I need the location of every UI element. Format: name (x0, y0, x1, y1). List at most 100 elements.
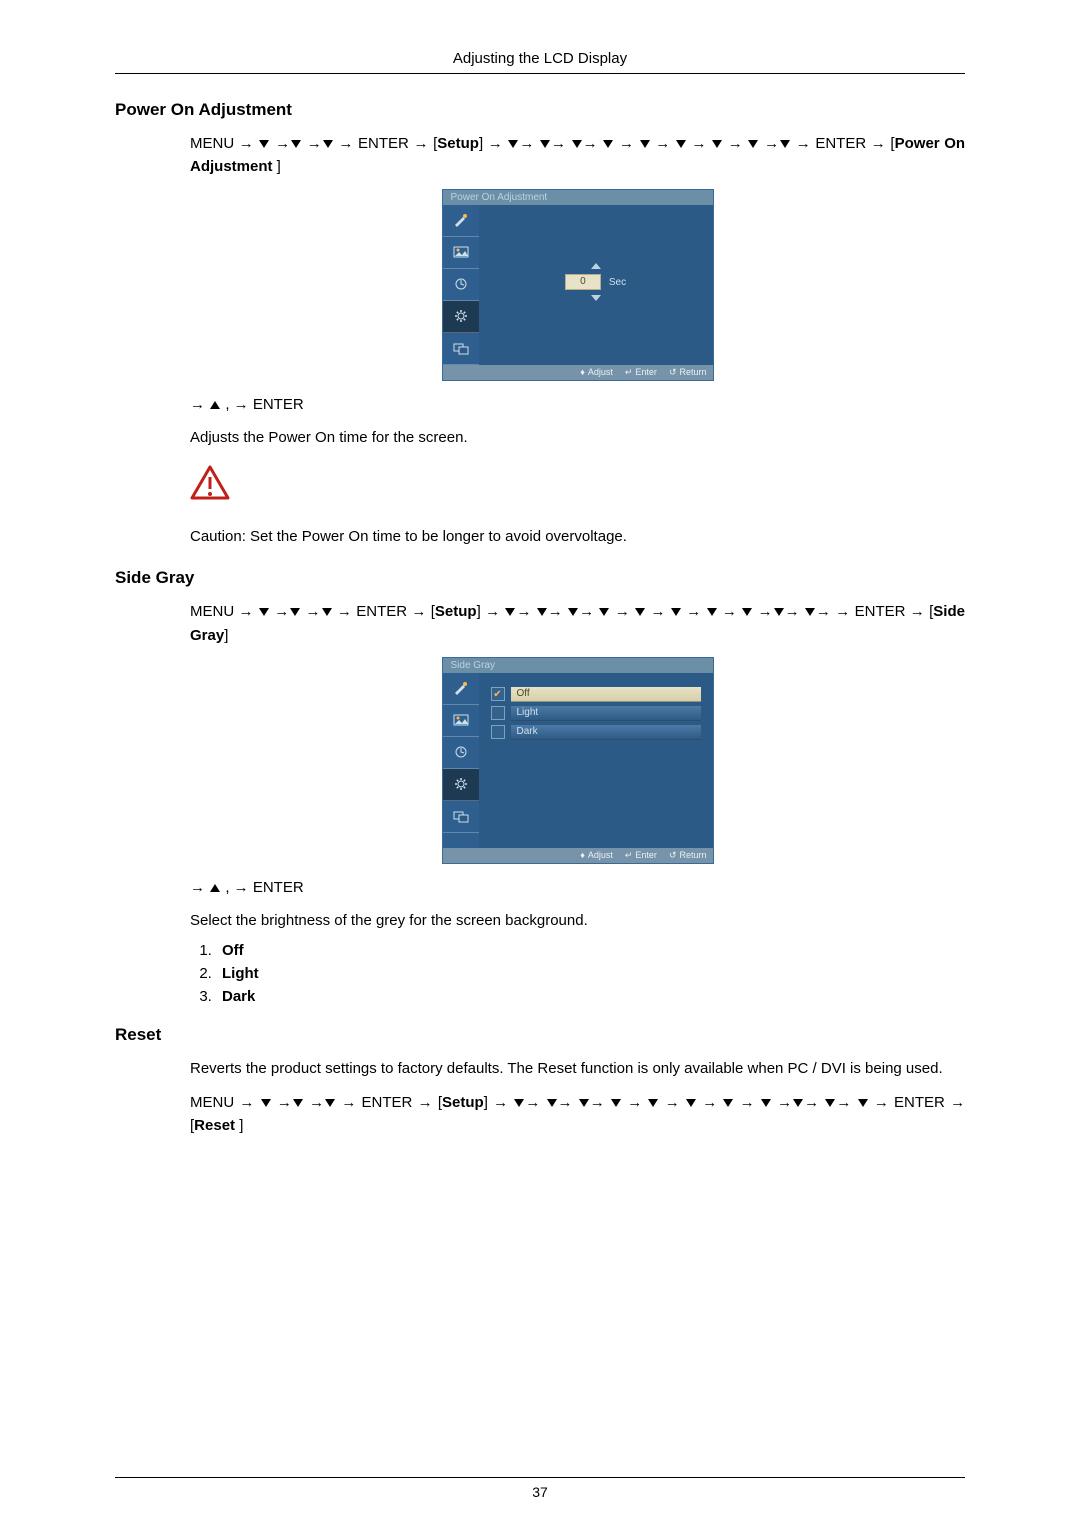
osd-title: Side Gray (443, 658, 713, 673)
down-icon (774, 608, 784, 616)
down-icon (640, 140, 650, 148)
down-icon (676, 140, 686, 148)
down-icon (323, 140, 333, 148)
power-on-nav-path: MENU → → → → ENTER → [Setup] → → → → → →… (190, 132, 965, 179)
down-icon (635, 608, 645, 616)
down-icon (761, 1099, 771, 1107)
down-icon (322, 608, 332, 616)
nav2-text: , → ENTER (221, 879, 304, 896)
down-icon (599, 608, 609, 616)
osd-side-item-1 (443, 205, 479, 237)
nav-enter2: → ENTER → [ (796, 135, 895, 152)
down-icon (793, 1099, 803, 1107)
power-on-desc: Adjusts the Power On time for the screen… (190, 426, 965, 449)
down-icon (603, 140, 613, 148)
osd-power-on-adjustment: Power On Adjustment (442, 189, 714, 381)
brush-icon (453, 213, 469, 227)
osd-title: Power On Adjustment (443, 190, 713, 205)
down-icon (723, 1099, 733, 1107)
footer-return: ↺ Return (669, 367, 707, 378)
down-icon (671, 608, 681, 616)
osd-side-item-3 (443, 737, 479, 769)
down-icon (540, 140, 550, 148)
clock-icon (453, 745, 469, 759)
check-icon: ✔ (491, 687, 505, 701)
up-icon (210, 401, 220, 409)
clock-icon (453, 277, 469, 291)
osd-main-area: ✔ Off Light Dark (479, 673, 713, 848)
side-gray-nav-path: MENU → → → → ENTER → [Setup] → → → → → →… (190, 600, 965, 647)
up-icon (210, 884, 220, 892)
caution-icon (190, 465, 230, 501)
osd-side-menu (443, 673, 479, 848)
value-down-icon (591, 295, 601, 301)
gear-icon (453, 309, 469, 323)
power-on-value: 0 (565, 274, 601, 290)
header-divider (115, 73, 965, 74)
nav-setup: Setup (437, 135, 479, 152)
side-gray-options-list: Off Light Dark (216, 942, 965, 1005)
check-icon (491, 725, 505, 739)
side-gray-option-light: Light (491, 706, 701, 721)
side-gray-option-dark: Dark (491, 725, 701, 740)
down-icon (259, 608, 269, 616)
monitors-icon (453, 341, 469, 355)
gear-icon (453, 777, 469, 791)
list-item: Dark (216, 988, 965, 1005)
down-icon (547, 1099, 557, 1107)
osd-footer: ♦ Adjust ↵ Enter ↺ Return (443, 365, 713, 380)
down-icon (325, 1099, 335, 1107)
picture-icon (453, 713, 469, 727)
nav-end: ] (273, 158, 281, 175)
down-icon (712, 140, 722, 148)
nav-mid: ] → (479, 135, 507, 152)
osd-side-gray: Side Gray (442, 657, 714, 864)
osd-side-item-2 (443, 705, 479, 737)
section-reset-title: Reset (115, 1025, 965, 1045)
reset-desc: Reverts the product settings to factory … (190, 1057, 965, 1080)
side-gray-nav2: → , → ENTER (190, 876, 965, 899)
side-gray-option-off: ✔ Off (491, 687, 701, 702)
option-label: Dark (511, 725, 701, 740)
osd-main-area: 0 Sec (479, 205, 713, 360)
down-icon (568, 608, 578, 616)
nav-enter2: → ENTER → [ (835, 603, 933, 620)
header-title: Adjusting the LCD Display (115, 50, 965, 73)
down-icon (259, 140, 269, 148)
power-on-nav2: → , → ENTER (190, 393, 965, 416)
nav-enter1: → ENTER → [ (341, 1094, 442, 1111)
down-icon (748, 140, 758, 148)
down-icon (805, 608, 815, 616)
down-icon (537, 608, 547, 616)
nav-enter1: → ENTER → [ (338, 135, 437, 152)
list-item: Off (216, 942, 965, 959)
down-icon (508, 140, 518, 148)
nav-pre: MENU → (190, 135, 258, 152)
osd-side-item-5 (443, 333, 479, 365)
down-icon (514, 1099, 524, 1107)
power-on-unit: Sec (609, 277, 626, 288)
osd-side-item-1 (443, 673, 479, 705)
footer-adjust: ♦ Adjust (580, 850, 613, 861)
reset-nav-path: MENU → → → → ENTER → [Setup] → → → → → →… (190, 1091, 965, 1138)
brush-icon (453, 681, 469, 695)
nav-end: ] (235, 1117, 243, 1134)
down-icon (858, 1099, 868, 1107)
down-icon (707, 608, 717, 616)
monitors-icon (453, 809, 469, 823)
down-icon (290, 608, 300, 616)
osd-side-item-5 (443, 801, 479, 833)
nav-mid: ] → (484, 1094, 514, 1111)
nav2-text: , → ENTER (221, 396, 304, 413)
list-item: Light (216, 965, 965, 982)
picture-icon (453, 245, 469, 259)
down-icon (261, 1099, 271, 1107)
page-number: 37 (115, 1484, 965, 1500)
down-icon (686, 1099, 696, 1107)
down-icon (825, 1099, 835, 1107)
footer-adjust: ♦ Adjust (580, 367, 613, 378)
nav-label: Reset (194, 1117, 235, 1134)
osd-side-menu (443, 205, 479, 365)
osd-footer: ♦ Adjust ↵ Enter ↺ Return (443, 848, 713, 863)
down-icon (780, 140, 790, 148)
